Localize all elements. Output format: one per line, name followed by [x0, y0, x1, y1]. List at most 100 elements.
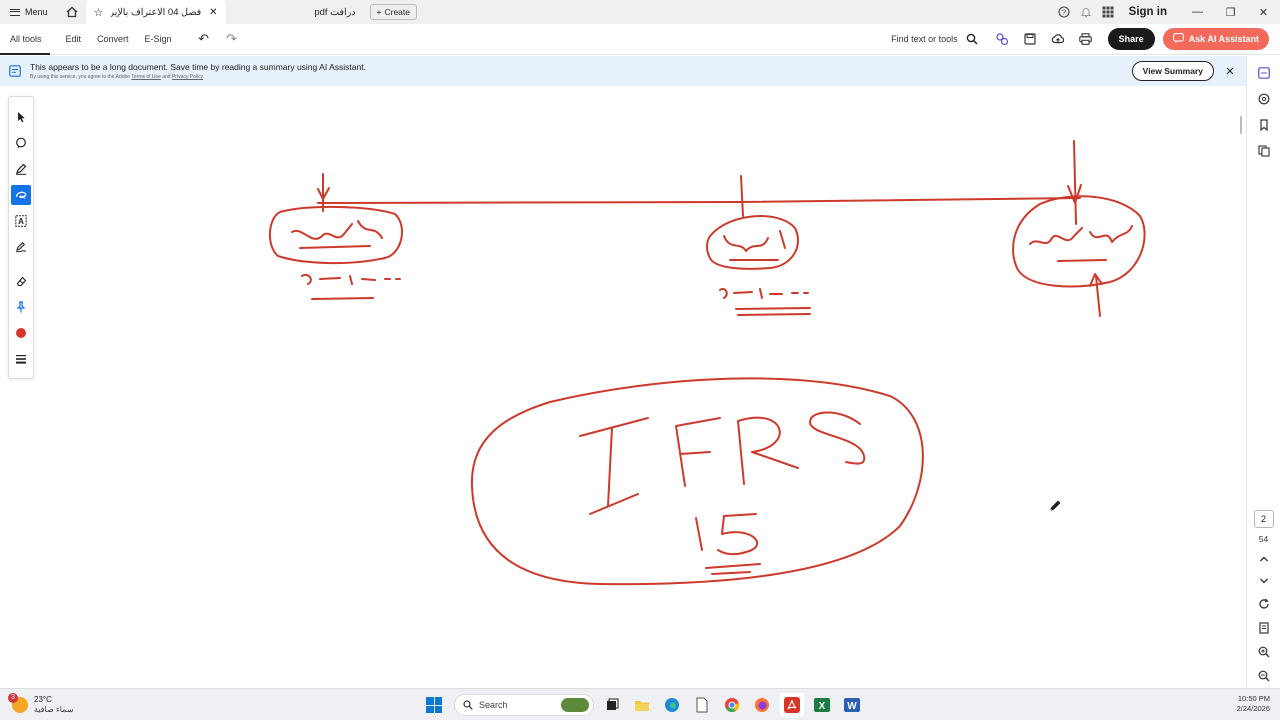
svg-text:W: W — [847, 701, 857, 712]
restore-button[interactable]: ❐ — [1214, 6, 1247, 19]
minimize-button[interactable]: — — [1181, 6, 1214, 18]
menu-convert[interactable]: Convert — [89, 34, 137, 44]
system-clock[interactable]: 10:50 PM 2/24/2026 — [1237, 694, 1270, 714]
ai-summary-banner: This appears to be a long document. Save… — [0, 56, 1246, 86]
digit-five — [717, 513, 759, 556]
close-window-button[interactable]: ✕ — [1247, 6, 1280, 19]
pen-cursor-icon — [1049, 500, 1061, 512]
weather-condition: سماء صافية — [34, 704, 74, 714]
comment-tool-icon[interactable] — [11, 133, 31, 153]
menu-button[interactable]: Menu — [0, 0, 58, 24]
next-page-icon[interactable] — [1247, 570, 1280, 592]
tab-second-document[interactable]: درافت pdf — [226, 0, 366, 24]
tab-active-document[interactable]: ☆ فصل 04 الاعتراف بالإيراد .. ✕ — [85, 0, 226, 24]
excel-icon[interactable]: X — [810, 693, 834, 717]
freehand-draw-tool-icon[interactable] — [11, 185, 31, 205]
word-icon[interactable]: W — [840, 693, 864, 717]
star-icon[interactable]: ☆ — [94, 6, 104, 19]
create-label: Create — [384, 7, 410, 17]
help-icon[interactable]: ? — [1053, 6, 1075, 18]
svg-text:?: ? — [1062, 8, 1066, 17]
taskbar-search-icon — [463, 700, 473, 710]
windows-start-icon[interactable] — [424, 695, 444, 715]
notepad-icon[interactable] — [690, 693, 714, 717]
temperature: 23°C — [34, 694, 52, 704]
acrobat-window: Menu ☆ فصل 04 الاعتراف بالإيراد .. ✕ درا… — [0, 0, 1280, 720]
zoom-in-icon[interactable] — [1247, 640, 1280, 664]
taskbar-search-placeholder: Search — [479, 700, 508, 710]
page-fit-icon[interactable] — [1247, 616, 1280, 640]
file-explorer-icon[interactable] — [630, 693, 654, 717]
right-rail: 2 54 — [1246, 56, 1280, 688]
view-summary-button[interactable]: View Summary — [1131, 61, 1214, 81]
plus-icon: + — [376, 7, 382, 17]
close-banner-icon[interactable]: ✕ — [1214, 65, 1246, 78]
ai-summary-icon — [0, 65, 30, 77]
ai-tools-icon[interactable] — [988, 32, 1016, 46]
ai-summary-panel-icon[interactable] — [1247, 60, 1280, 86]
text-box-tool-icon[interactable]: A — [11, 211, 31, 231]
ai-label: Ask AI Assistant — [1188, 34, 1259, 44]
svg-text:X: X — [819, 701, 826, 712]
highlight-tool-icon[interactable] — [11, 159, 31, 179]
ask-ai-assistant-button[interactable]: Ask AI Assistant — [1162, 28, 1269, 50]
select-tool-icon[interactable] — [11, 107, 31, 127]
close-tab-icon[interactable]: ✕ — [209, 7, 217, 18]
menu-all-tools[interactable]: All tools — [0, 24, 50, 55]
main-toolbar: All tools Edit Convert E-Sign ↶ ↷ Find t… — [0, 24, 1280, 55]
vertical-scrollbar[interactable] — [1238, 86, 1244, 686]
weather-widget[interactable]: 3 23°C سماء صافية — [0, 692, 240, 715]
find-text-label[interactable]: Find text or tools — [891, 34, 958, 44]
save-icon[interactable] — [1016, 33, 1044, 45]
bookmarks-icon[interactable] — [1247, 112, 1280, 138]
search-icon[interactable] — [964, 33, 980, 45]
page-thumbnails-icon[interactable] — [1247, 138, 1280, 164]
menu-edit[interactable]: Edit — [58, 34, 90, 44]
terms-of-use-link[interactable]: Terms of Use — [131, 74, 160, 80]
sign-in-button[interactable]: Sign in — [1119, 6, 1181, 18]
taskbar-search[interactable]: Search — [454, 694, 594, 716]
document-page[interactable] — [40, 86, 1238, 688]
create-button[interactable]: + Create — [369, 4, 417, 20]
notification-bell-icon[interactable] — [1075, 6, 1097, 18]
pin-tool-icon[interactable] — [11, 297, 31, 317]
privacy-policy-link[interactable]: Privacy Policy — [172, 74, 203, 80]
handwritten-drawing — [269, 140, 1146, 586]
rotate-icon[interactable] — [1247, 592, 1280, 616]
previous-page-icon[interactable] — [1247, 548, 1280, 570]
left-amount — [301, 274, 401, 285]
home-button[interactable] — [58, 6, 86, 18]
firefox-icon[interactable] — [750, 693, 774, 717]
title-bar: Menu ☆ فصل 04 الاعتراف بالإيراد .. ✕ درا… — [0, 0, 1280, 24]
left-underline — [311, 297, 374, 300]
banner-fine-print: By using this service, you agree to the … — [30, 74, 366, 80]
zoom-out-icon[interactable] — [1247, 664, 1280, 688]
acrobat-taskbar-icon[interactable] — [780, 693, 804, 717]
left-tick — [317, 173, 330, 212]
redo-icon[interactable]: ↷ — [218, 31, 246, 47]
middle-label-script — [723, 230, 786, 261]
line-thickness-icon[interactable] — [11, 349, 31, 369]
edge-browser-icon[interactable] — [660, 693, 684, 717]
task-view-icon[interactable] — [600, 693, 624, 717]
current-page-input[interactable]: 2 — [1253, 510, 1274, 528]
menu-esign[interactable]: E-Sign — [137, 34, 180, 44]
menu-label: Menu — [25, 7, 48, 17]
right-label-script — [1029, 225, 1133, 262]
fifteen-underline — [705, 563, 761, 575]
digit-one — [695, 517, 703, 551]
eraser-tool-icon[interactable] — [11, 271, 31, 291]
apps-grid-icon[interactable] — [1097, 6, 1119, 18]
letter-i — [579, 417, 649, 515]
upload-cloud-icon[interactable] — [1044, 33, 1072, 45]
share-button[interactable]: Share — [1107, 28, 1155, 50]
print-icon[interactable] — [1072, 33, 1100, 45]
scrollbar-thumb[interactable] — [1240, 116, 1242, 134]
undo-icon[interactable]: ↶ — [190, 31, 218, 47]
ifrs-ellipse — [470, 377, 924, 586]
title-bar-right: ? Sign in — ❐ ✕ — [1053, 0, 1280, 24]
chrome-icon[interactable] — [720, 693, 744, 717]
color-picker-icon[interactable] — [11, 323, 31, 343]
sign-tool-icon[interactable] — [11, 237, 31, 257]
comments-icon[interactable] — [1247, 86, 1280, 112]
